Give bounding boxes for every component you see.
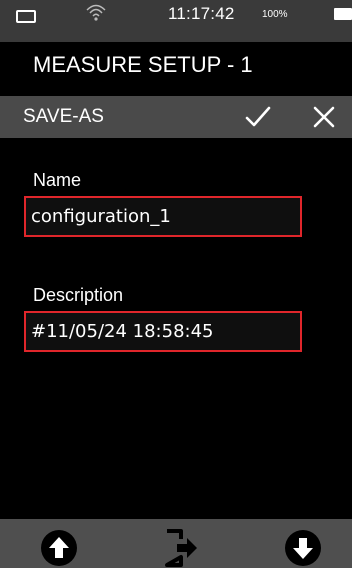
wifi-icon: [86, 4, 106, 21]
name-field[interactable]: configuration_1: [24, 196, 302, 237]
name-label: Name: [33, 170, 82, 190]
description-label: Description: [33, 285, 124, 305]
description-field[interactable]: #11/05/24 18:58:45: [24, 311, 302, 352]
exit-icon[interactable]: [163, 529, 199, 567]
bottom-toolbar: [0, 519, 352, 568]
subheader-bar: SAVE-AS: [0, 96, 352, 138]
clock: 11:17:42: [168, 4, 235, 23]
battery-icon: [334, 8, 352, 20]
page-title: MEASURE SETUP - 1: [33, 52, 253, 77]
arrow-down-circle-icon[interactable]: [284, 529, 322, 567]
check-icon[interactable]: [244, 104, 272, 130]
arrow-up-circle-icon[interactable]: [40, 529, 78, 567]
battery-percent: 100%: [262, 9, 288, 20]
subheader-title: SAVE-AS: [23, 106, 104, 127]
battery-outline-icon: [16, 10, 36, 23]
status-bar: 11:17:42 100%: [0, 0, 352, 42]
close-icon[interactable]: [312, 105, 336, 129]
